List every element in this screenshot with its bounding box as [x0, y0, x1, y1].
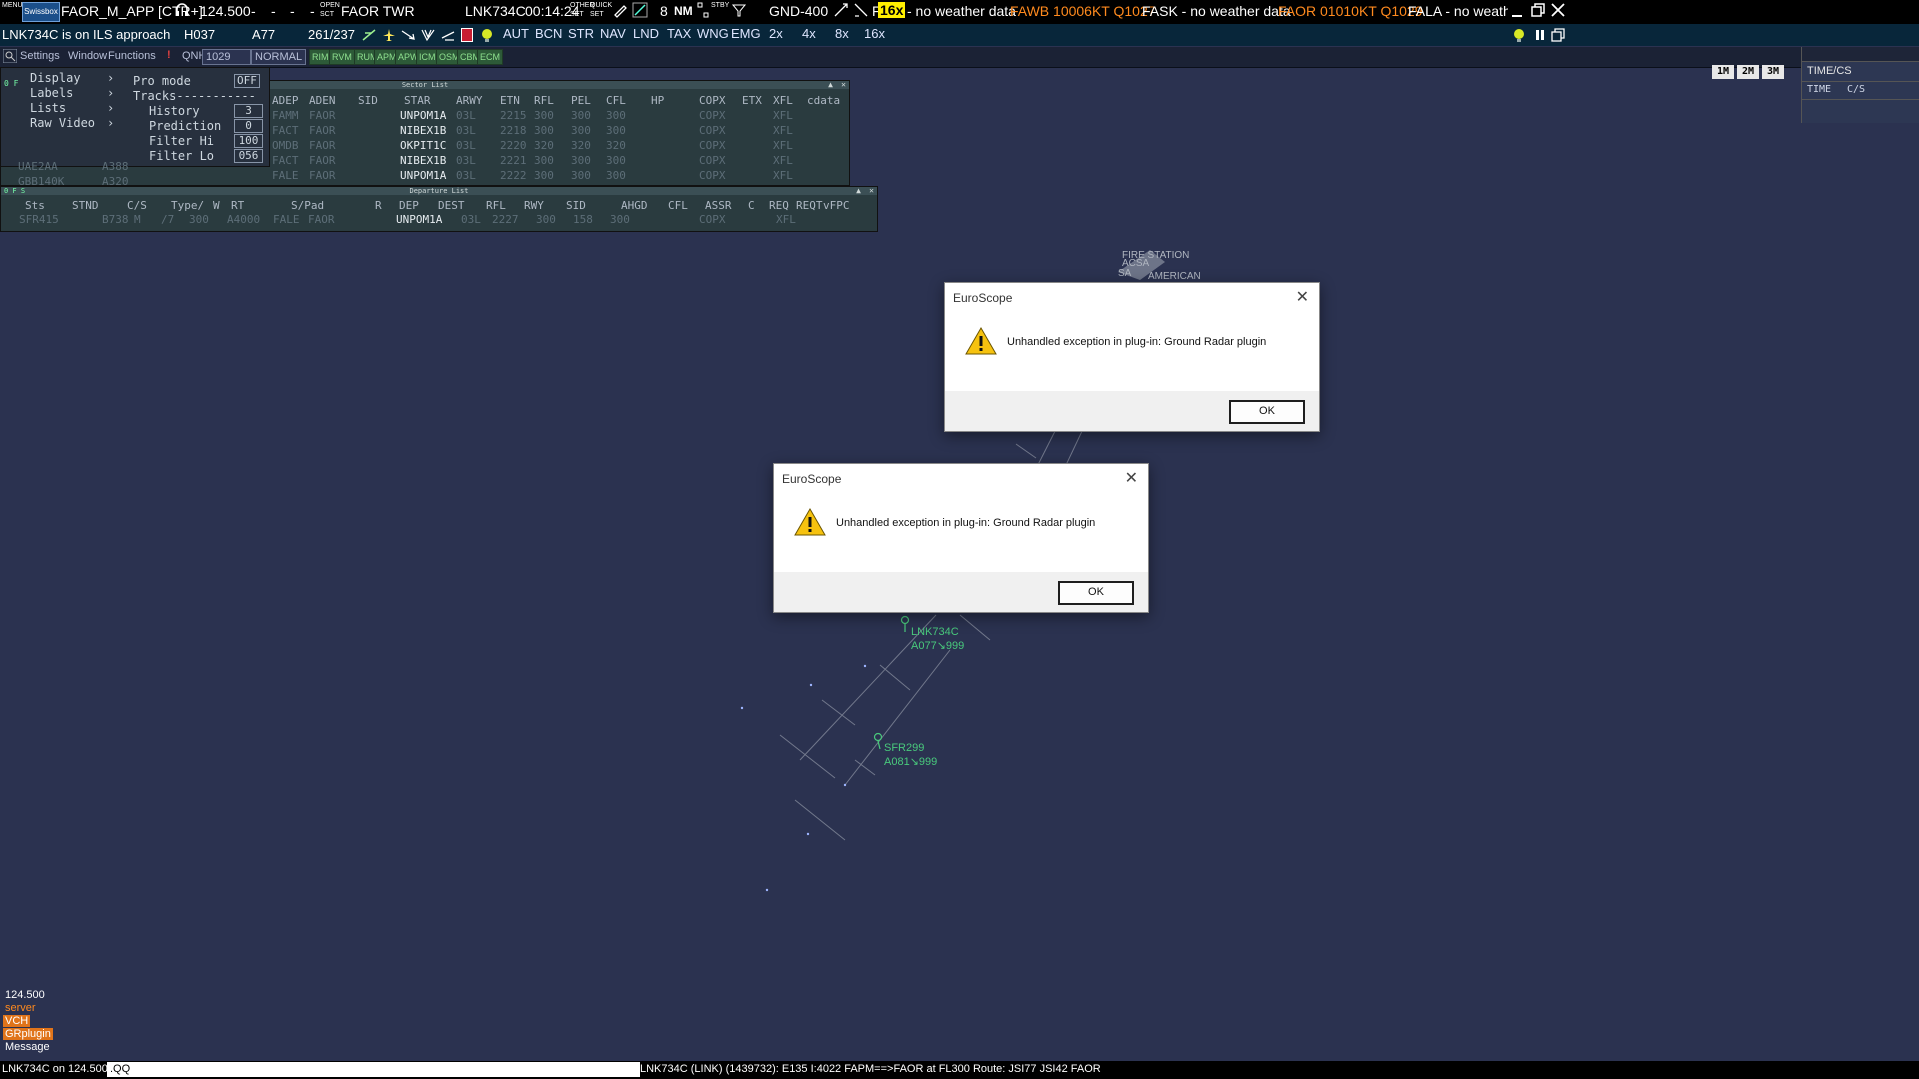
target-symbols[interactable]	[873, 615, 910, 750]
close-icon[interactable]: ✕	[1125, 468, 1138, 488]
radar-dot	[765, 888, 769, 892]
warning-icon	[965, 326, 997, 360]
flightplan-info: LNK734C (LINK) (1439732): E135 I:4022 FA…	[640, 1063, 1101, 1075]
radar-dot	[806, 832, 810, 836]
radar-dot	[740, 706, 744, 710]
close-icon[interactable]: ✕	[1296, 287, 1309, 307]
bottom-frequency[interactable]: 124.500	[5, 989, 45, 1001]
dialog-message: Unhandled exception in plug-in: Ground R…	[836, 517, 1096, 529]
range-tick	[779, 734, 836, 779]
dialog-body: Unhandled exception in plug-in: Ground R…	[774, 498, 1148, 552]
dialog-title: EuroScope	[782, 472, 842, 486]
grplugin-badge[interactable]: GRplugin	[3, 1028, 53, 1040]
status-left-text: LNK734C on 124.500	[2, 1063, 108, 1075]
range-tick	[1015, 443, 1037, 459]
bottom-status-bar: LNK734C on 124.500 .QQ LNK734C (LINK) (1…	[0, 1061, 1919, 1079]
message-label[interactable]: Message	[5, 1041, 50, 1053]
ok-button[interactable]: OK	[1229, 400, 1305, 424]
target-sfr299-symbol[interactable]	[873, 732, 883, 742]
map-label-american: AMERICAN	[1148, 271, 1201, 282]
dialog-body: Unhandled exception in plug-in: Ground R…	[945, 317, 1319, 371]
map-label-sa: SA	[1118, 268, 1132, 279]
target-sfr299-data[interactable]: A081↘999	[884, 755, 937, 768]
target-lnk734c-callsign[interactable]: LNK734C	[911, 626, 959, 638]
vch-badge[interactable]: VCH	[3, 1015, 31, 1027]
radar-dot	[809, 683, 813, 687]
dialog-footer: OK	[945, 391, 1319, 431]
ok-button[interactable]: OK	[1058, 581, 1134, 605]
radar-dots	[740, 664, 867, 892]
error-dialog-2: EuroScope ✕ Unhandled exception in plug-…	[773, 463, 1149, 613]
range-tick	[821, 699, 856, 726]
radar-dot	[863, 664, 867, 668]
target-lnk734c-data[interactable]: A077↘999	[911, 639, 964, 652]
target-lnk734c-symbol[interactable]	[900, 615, 910, 625]
server-status[interactable]: server	[5, 1002, 36, 1014]
error-dialog-1: EuroScope ✕ Unhandled exception in plug-…	[944, 282, 1320, 432]
range-tick	[959, 614, 991, 641]
dialog-title: EuroScope	[953, 291, 1013, 305]
dialog-message: Unhandled exception in plug-in: Ground R…	[1007, 336, 1267, 348]
target-sfr299-callsign[interactable]: SFR299	[884, 742, 924, 754]
target-leader	[877, 740, 881, 750]
range-tick	[794, 799, 846, 841]
warning-icon	[794, 507, 826, 541]
range-tick	[879, 664, 911, 691]
command-input[interactable]: .QQ	[107, 1062, 640, 1077]
radar-dot	[843, 783, 847, 787]
dialog-footer: OK	[774, 572, 1148, 612]
